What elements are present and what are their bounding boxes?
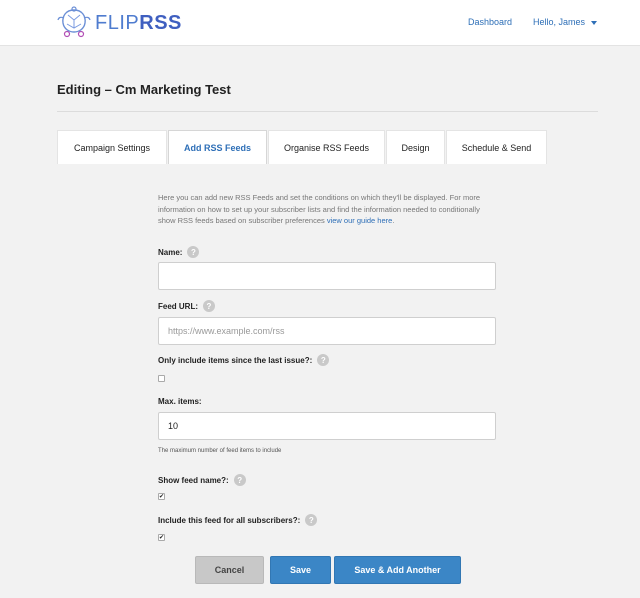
feed-url-input[interactable] bbox=[158, 317, 496, 345]
max-items-label: Max. items: bbox=[158, 397, 202, 406]
name-label: Name:? bbox=[158, 246, 200, 258]
name-label-text: Name: bbox=[158, 247, 183, 257]
tab-organise-rss-feeds[interactable]: Organise RSS Feeds bbox=[268, 130, 385, 165]
max-items-input[interactable] bbox=[158, 412, 496, 440]
since-last-issue-label: Only include items since the last issue?… bbox=[158, 354, 330, 366]
checkmark-icon: ✔ bbox=[158, 534, 165, 541]
help-icon[interactable]: ? bbox=[203, 300, 215, 312]
help-icon[interactable]: ? bbox=[187, 246, 200, 258]
logo-text-flip: FLIP bbox=[95, 11, 140, 34]
intro-text: Here you can add new RSS Feeds and set t… bbox=[158, 192, 496, 227]
save-and-add-another-button[interactable]: Save & Add Another bbox=[334, 556, 461, 584]
chevron-down-icon bbox=[591, 20, 598, 25]
max-items-hint: The maximum number of feed items to incl… bbox=[158, 448, 282, 454]
all-subscribers-label-text: Include this feed for all subscribers?: bbox=[158, 515, 301, 525]
user-menu-dropdown[interactable]: Hello, James bbox=[533, 17, 598, 27]
save-button[interactable]: Save bbox=[270, 556, 331, 584]
name-field[interactable] bbox=[158, 262, 496, 290]
nav-dashboard-link[interactable]: Dashboard bbox=[468, 17, 512, 27]
tab-design[interactable]: Design bbox=[386, 130, 445, 165]
checkmark-icon: ✔ bbox=[158, 493, 165, 500]
turtle-logo-icon bbox=[57, 6, 91, 38]
tab-bar: Campaign Settings Add RSS Feeds Organise… bbox=[57, 130, 548, 165]
all-subscribers-label: Include this feed for all subscribers?:? bbox=[158, 514, 318, 526]
show-feed-name-label-text: Show feed name?: bbox=[158, 475, 229, 485]
cancel-button[interactable]: Cancel bbox=[195, 556, 264, 584]
intro-body: Here you can add new RSS Feeds and set t… bbox=[158, 193, 481, 225]
help-icon[interactable]: ? bbox=[305, 514, 318, 526]
tab-schedule-send[interactable]: Schedule & Send bbox=[446, 130, 547, 165]
guide-link[interactable]: view our guide here bbox=[327, 216, 392, 225]
show-feed-name-label: Show feed name?:? bbox=[158, 474, 246, 486]
top-navbar: FLIPRSS Dashboard Hello, James bbox=[0, 0, 640, 46]
feed-url-label-text: Feed URL: bbox=[158, 301, 198, 311]
fliprss-logo[interactable]: FLIPRSS bbox=[56, 6, 182, 40]
tab-content-panel bbox=[57, 164, 598, 598]
help-icon[interactable]: ? bbox=[233, 474, 246, 486]
logo-text-rss: RSS bbox=[139, 11, 182, 34]
tab-add-rss-feeds[interactable]: Add RSS Feeds bbox=[168, 130, 267, 165]
show-feed-name-checkbox[interactable]: ✔ bbox=[158, 493, 165, 500]
since-last-issue-label-text: Only include items since the last issue?… bbox=[158, 355, 313, 365]
page-title: Editing – Cm Marketing Test bbox=[57, 82, 231, 97]
all-subscribers-checkbox[interactable]: ✔ bbox=[158, 534, 165, 541]
feed-url-label: Feed URL:? bbox=[158, 300, 215, 312]
logo-wordmark: FLIPRSS bbox=[95, 12, 182, 35]
since-last-issue-checkbox[interactable] bbox=[158, 375, 165, 382]
tab-campaign-settings[interactable]: Campaign Settings bbox=[57, 130, 167, 165]
max-items-label-text: Max. items: bbox=[158, 397, 202, 406]
user-greeting: Hello, James bbox=[533, 17, 586, 27]
help-icon[interactable]: ? bbox=[317, 354, 330, 366]
title-divider bbox=[57, 111, 598, 112]
intro-end: . bbox=[392, 216, 395, 225]
